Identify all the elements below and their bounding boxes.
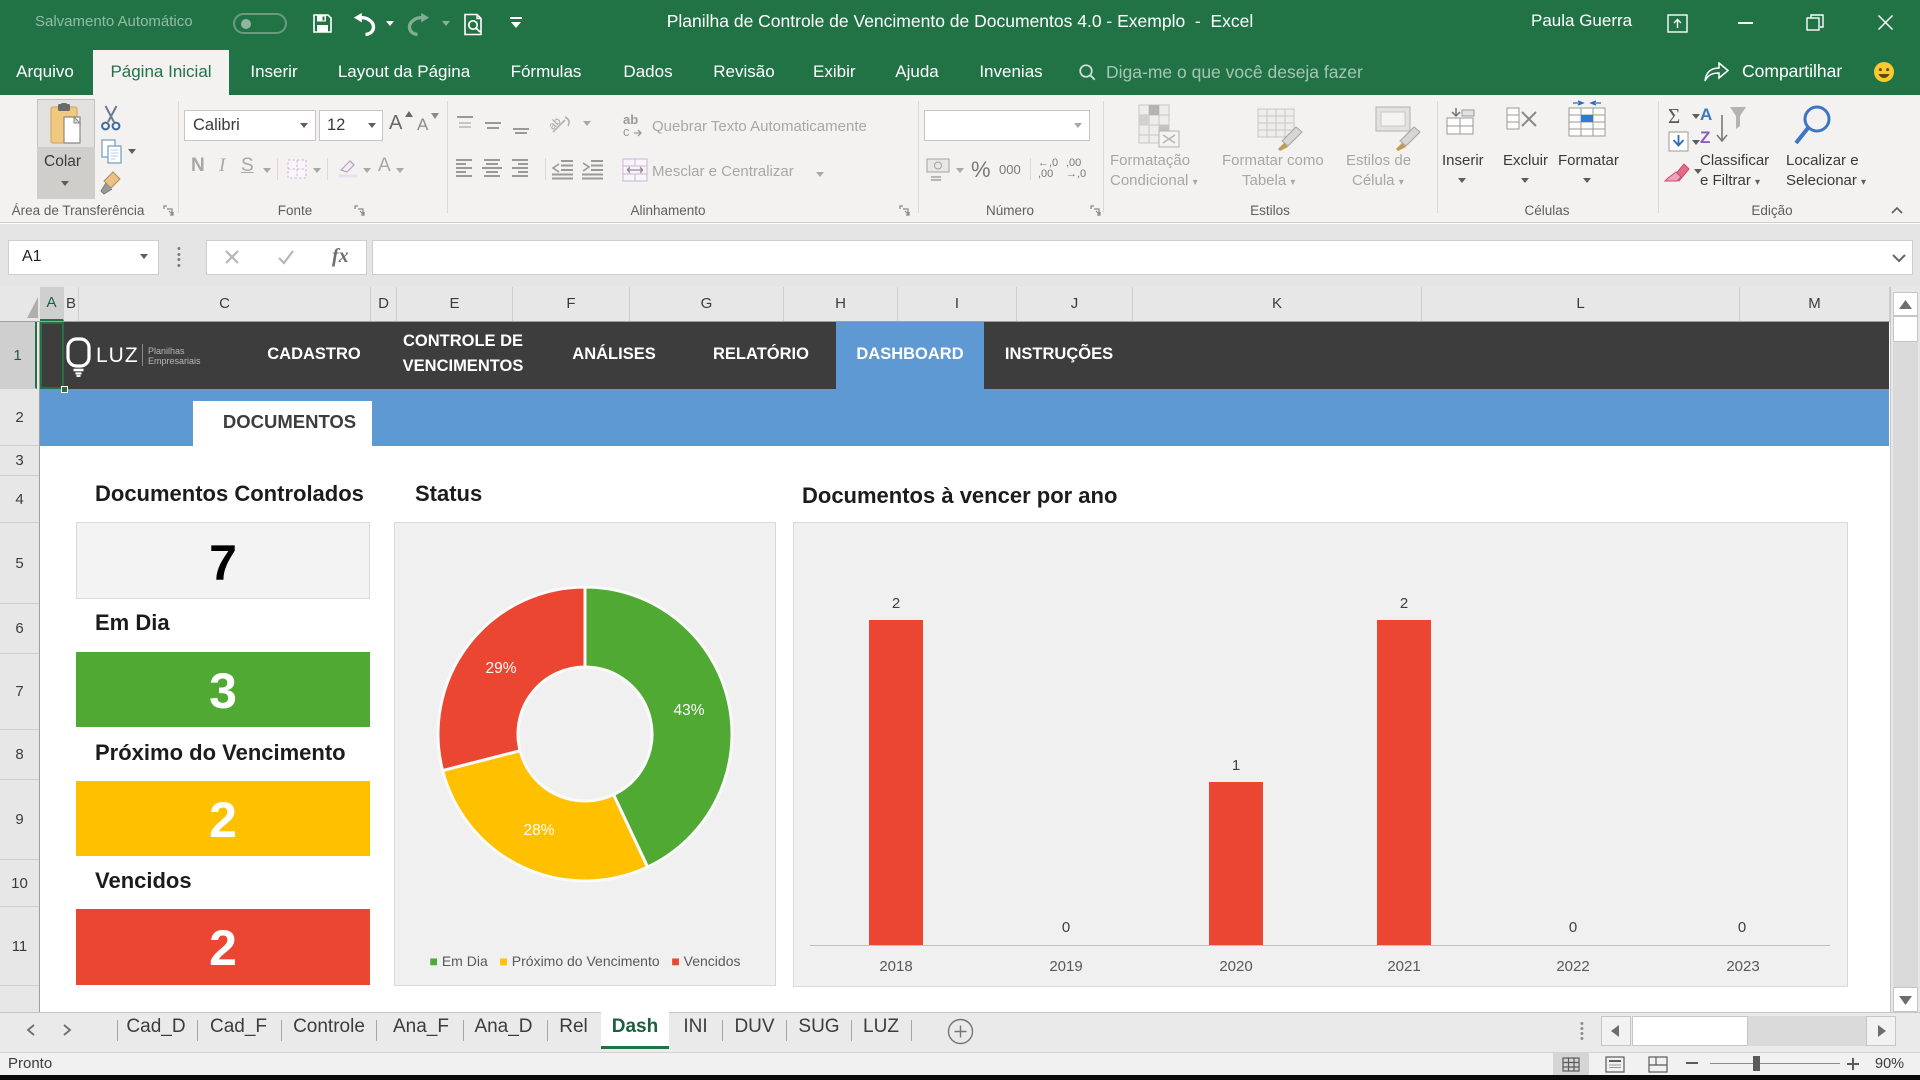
svg-text:Z: Z [1700, 128, 1710, 147]
svg-text:ab: ab [549, 115, 564, 132]
svg-text:c: c [623, 124, 630, 139]
svg-text:A: A [1700, 105, 1712, 124]
